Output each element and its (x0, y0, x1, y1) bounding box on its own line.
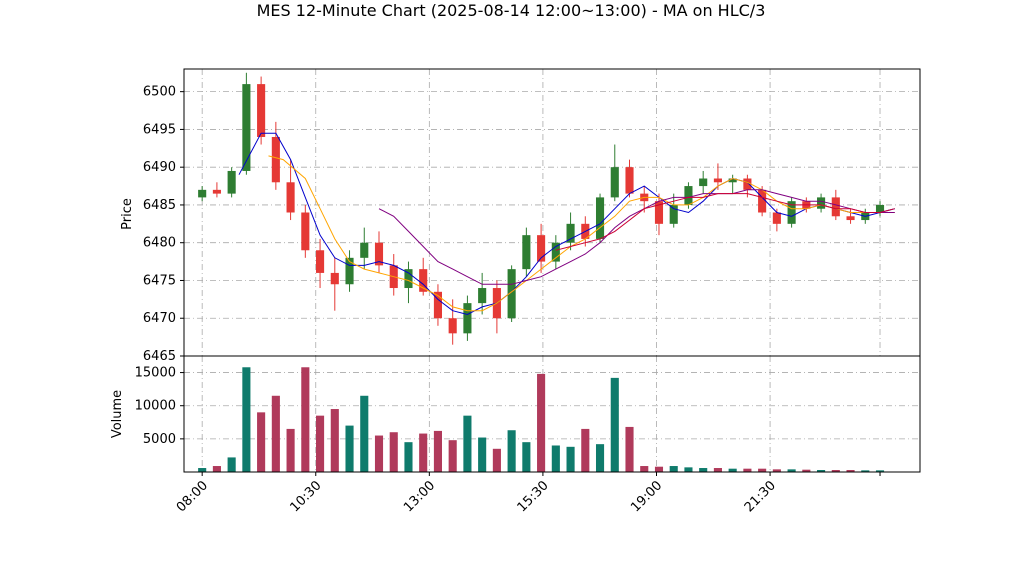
volume-axis-label: Volume (110, 390, 125, 438)
candle-body (463, 303, 472, 334)
candle-body (684, 186, 693, 205)
candle-body (286, 182, 295, 213)
price-axis-label: Price (120, 198, 135, 230)
price-tick-label: 6495 (143, 122, 176, 137)
volume-tick-label: 10000 (135, 399, 176, 414)
chart-figure: MES 12-Minute Chart (2025-08-14 12:00~13… (0, 0, 1022, 575)
volume-bar (610, 377, 619, 472)
x-tick-label: 15:30 (515, 478, 552, 515)
volume-bar (198, 468, 207, 472)
candle-body (522, 235, 531, 270)
candle-body (478, 288, 487, 304)
candle-body (846, 216, 855, 221)
volume-bar (227, 457, 236, 472)
volume-bar (669, 466, 678, 472)
volume-bar (257, 412, 266, 472)
price-tick-label: 6475 (143, 273, 176, 288)
volume-bar (507, 430, 516, 472)
candle-body (301, 212, 310, 251)
volume-bar (640, 466, 649, 472)
candle-body (699, 178, 708, 187)
candle-body (595, 197, 605, 239)
price-tick-label: 6485 (143, 198, 176, 213)
candle-body (448, 318, 457, 334)
volume-bar (492, 448, 501, 472)
volume-bar (654, 466, 664, 472)
candle-body (669, 204, 678, 224)
volume-bar (419, 433, 428, 472)
x-tick-label: 19:00 (628, 478, 665, 515)
volume-bar (478, 437, 487, 472)
candle-body (772, 212, 781, 224)
price-tick-label: 6490 (143, 160, 176, 175)
chart-canvas: MES 12-Minute Chart (2025-08-14 12:00~13… (110, 1, 921, 515)
x-tick-label: 10:30 (287, 478, 324, 515)
candle-body (330, 272, 339, 285)
candle-body (198, 189, 207, 198)
volume-bar (374, 435, 384, 472)
volume-bar (316, 415, 325, 472)
candle-body (713, 178, 722, 183)
volume-bar (537, 373, 546, 472)
candle-body (817, 197, 826, 209)
volume-bar (360, 395, 369, 472)
volume-bar (699, 468, 708, 472)
volume-bar (242, 367, 251, 472)
volume-bar (448, 440, 457, 472)
volume-bar (625, 426, 634, 472)
candle-body (360, 242, 369, 258)
volume-bar (566, 446, 575, 472)
candle-body (758, 189, 767, 213)
volume-bar (595, 444, 605, 472)
volume-bar-series (198, 367, 885, 472)
candle-body (316, 250, 325, 273)
x-tick-label: 13:00 (401, 478, 438, 515)
candle-body (625, 167, 634, 194)
volume-bar (684, 467, 693, 472)
x-tick-label: 08:00 (174, 478, 211, 515)
candle-body (831, 197, 840, 217)
volume-y-ticks: 5000 10000 15000 (135, 366, 184, 447)
price-tick-label: 6500 (143, 85, 176, 100)
volume-bar (433, 430, 442, 472)
volume-bar (581, 428, 590, 472)
price-tick-label: 6480 (143, 236, 176, 251)
price-tick-label: 6465 (143, 349, 176, 364)
volume-bar (212, 466, 221, 472)
price-y-ticks: 6465 6470 6475 6480 6485 6490 6495 6500 (143, 85, 184, 364)
volume-bar (330, 409, 339, 472)
volume-bar (551, 445, 560, 472)
volume-bar (301, 367, 310, 472)
volume-bar (522, 442, 531, 472)
volume-bar (286, 428, 295, 472)
volume-tick-label: 15000 (135, 366, 176, 381)
volume-bar (463, 415, 472, 472)
volume-bar (345, 425, 354, 472)
price-tick-label: 6470 (143, 311, 176, 326)
candle-body (610, 167, 619, 198)
x-tick-label: 21:30 (742, 478, 779, 515)
candle-body (227, 170, 236, 194)
volume-bar (389, 432, 398, 472)
candle-body (212, 189, 221, 194)
volume-bar (271, 395, 280, 472)
x-axis-ticks: 08:00 10:30 13:00 15:30 19:00 21:30 (174, 472, 881, 515)
volume-tick-label: 5000 (143, 432, 176, 447)
candle-body (257, 84, 266, 137)
candlestick-series (198, 72, 885, 345)
volume-bar (713, 468, 722, 472)
candle-body (242, 84, 251, 171)
chart-title: MES 12-Minute Chart (2025-08-14 12:00~13… (257, 1, 766, 20)
volume-bar (404, 442, 413, 472)
candle-body (271, 136, 280, 183)
